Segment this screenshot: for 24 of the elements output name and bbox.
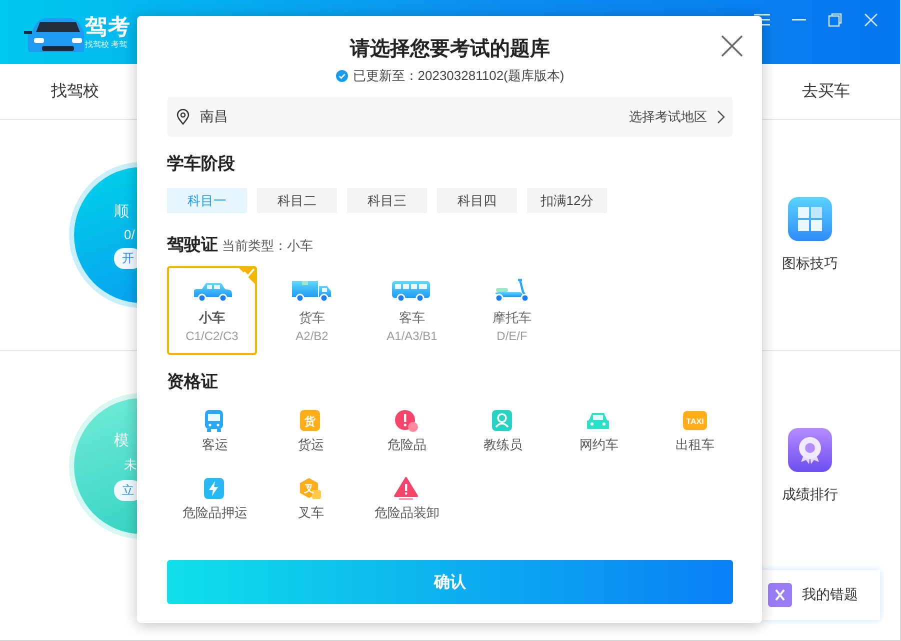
license-classes: D/E/F	[496, 329, 528, 343]
circle-count: 未	[123, 456, 137, 474]
license-classes: A2/B2	[296, 329, 328, 343]
city-name: 南昌	[200, 108, 229, 126]
license-classes: C1/C2/C3	[186, 329, 238, 343]
region-link: 选择考试地区	[629, 108, 707, 126]
mistakes-label: 我的错题	[802, 586, 858, 604]
circle-title: 顺	[114, 202, 129, 220]
circle-title: 模	[114, 431, 129, 450]
update-status: 已更新至：202303281102(题库版本)	[352, 67, 564, 85]
section-heading: 驾驶证	[167, 234, 218, 256]
license-name: 客车	[399, 309, 425, 327]
current-type: 当前类型：小车	[222, 237, 313, 255]
license-name: 摩托车	[492, 309, 532, 327]
taxi-sign-icon: TAXI	[682, 408, 708, 432]
section-heading: 学车阶段	[167, 153, 236, 175]
app-logo-subtitle: 找驾校 考驾	[85, 40, 128, 50]
section-heading: 资格证	[167, 371, 219, 393]
license-name: 货车	[299, 309, 325, 327]
dialog-title: 请选择您要考试的题库	[348, 36, 551, 62]
license-classes: A1/A3/B1	[386, 329, 438, 343]
circle-count: 0/	[123, 226, 135, 242]
license-name: 小车	[199, 309, 225, 327]
app-logo-title: 驾考	[85, 14, 131, 40]
